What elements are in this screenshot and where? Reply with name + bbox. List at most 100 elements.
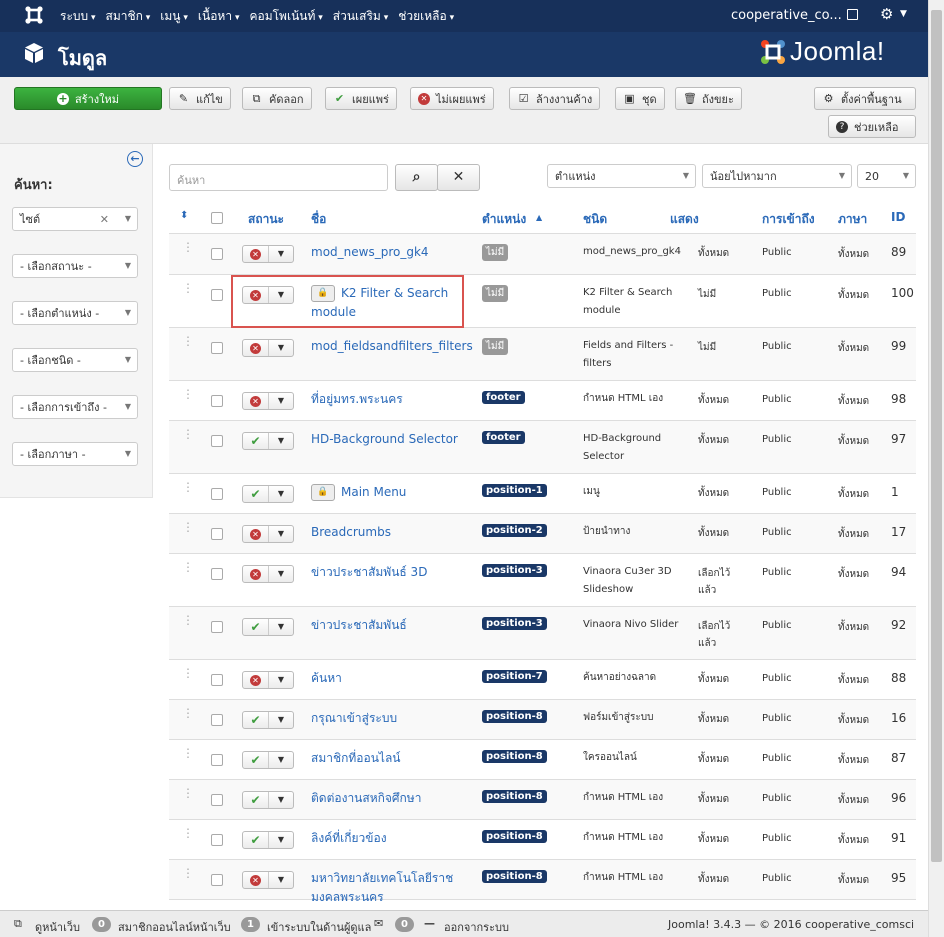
menu-users[interactable]: สมาชิก bbox=[106, 7, 151, 26]
menu-extensions[interactable]: ส่วนเสริม bbox=[333, 7, 388, 26]
module-title-link[interactable]: ข่าวประชาสัมพันธ์ bbox=[311, 616, 471, 635]
status-toggle[interactable]: ✕ ▼ bbox=[242, 671, 294, 689]
column-type[interactable]: ชนิด bbox=[583, 210, 607, 229]
chevron-down-icon[interactable]: ▼ bbox=[269, 340, 293, 356]
drag-handle-icon[interactable]: ⋮ bbox=[182, 335, 194, 347]
status-toggle[interactable]: ✔ ▼ bbox=[242, 618, 294, 636]
checkin-button[interactable]: ☑ ล้างงานค้าง bbox=[509, 87, 601, 110]
clear-search-button[interactable]: ✕ bbox=[437, 164, 480, 191]
options-button[interactable]: ⚙ ตั้งค่าพื้นฐาน bbox=[814, 87, 916, 110]
drag-handle-icon[interactable]: ⋮ bbox=[182, 561, 194, 573]
module-title-link[interactable]: HD-Background Selector bbox=[311, 430, 458, 449]
menu-content[interactable]: เนื้อหา bbox=[198, 7, 240, 26]
chevron-down-icon[interactable]: ▼ bbox=[269, 526, 293, 542]
limit-select[interactable]: 20 ▼ bbox=[857, 164, 916, 188]
status-toggle[interactable]: ✔ ▼ bbox=[242, 485, 294, 503]
drag-handle-icon[interactable]: ⋮ bbox=[182, 747, 194, 759]
external-link-icon[interactable] bbox=[847, 9, 858, 20]
envelope-icon[interactable]: ✉ bbox=[374, 917, 383, 930]
new-button[interactable]: + สร้างใหม่ bbox=[14, 87, 162, 110]
chevron-down-icon[interactable]: ▼ bbox=[269, 287, 293, 303]
drag-handle-icon[interactable]: ⋮ bbox=[182, 428, 194, 440]
clear-icon[interactable]: ✕ bbox=[100, 213, 109, 226]
unpublish-button[interactable]: ✕ ไม่เผยแพร่ bbox=[410, 87, 494, 110]
module-title-link[interactable]: ที่อยู่มทร.พระนคร bbox=[311, 390, 403, 409]
row-checkbox[interactable] bbox=[211, 621, 223, 633]
lock-icon[interactable]: 🔒 bbox=[311, 484, 335, 501]
chevron-down-icon[interactable]: ▼ bbox=[269, 566, 293, 582]
drag-handle-icon[interactable]: ⋮ bbox=[182, 521, 194, 533]
chevron-down-icon[interactable]: ▼ bbox=[269, 246, 293, 262]
sort-direction-select[interactable]: น้อยไปหามาก ▼ bbox=[702, 164, 852, 188]
menu-components[interactable]: คอมโพเน้นท์ bbox=[249, 7, 322, 26]
chevron-down-icon[interactable]: ▼ bbox=[900, 9, 907, 19]
drag-handle-icon[interactable]: ⋮ bbox=[182, 614, 194, 626]
sort-field-select[interactable]: ตำแหน่ง ▼ bbox=[547, 164, 696, 188]
row-checkbox[interactable] bbox=[211, 794, 223, 806]
status-toggle[interactable]: ✔ ▼ bbox=[242, 711, 294, 729]
site-name-link[interactable]: cooperative_co... bbox=[731, 8, 842, 23]
row-checkbox[interactable] bbox=[211, 754, 223, 766]
edit-button[interactable]: ✎ แก้ไข bbox=[169, 87, 231, 110]
drag-handle-icon[interactable]: ⋮ bbox=[182, 787, 194, 799]
client-select[interactable]: ไซต์ ✕ ▼ bbox=[12, 207, 138, 231]
module-title-link[interactable]: Breadcrumbs bbox=[311, 523, 391, 542]
search-input[interactable]: ค้นหา bbox=[169, 164, 388, 191]
chevron-down-icon[interactable]: ▼ bbox=[269, 792, 293, 808]
row-checkbox[interactable] bbox=[211, 714, 223, 726]
status-toggle[interactable]: ✕ ▼ bbox=[242, 245, 294, 263]
module-title-link[interactable]: สมาชิกที่ออนไลน์ bbox=[311, 749, 401, 768]
chevron-down-icon[interactable]: ▼ bbox=[269, 872, 293, 888]
row-checkbox[interactable] bbox=[211, 528, 223, 540]
status-toggle[interactable]: ✔ ▼ bbox=[242, 751, 294, 769]
module-title-link[interactable]: 🔒 Main Menu bbox=[311, 483, 406, 502]
vertical-scrollbar[interactable] bbox=[928, 0, 944, 937]
column-access[interactable]: การเข้าถึง bbox=[762, 210, 815, 229]
row-checkbox[interactable] bbox=[211, 342, 223, 354]
status-toggle[interactable]: ✕ ▼ bbox=[242, 525, 294, 543]
menu-help[interactable]: ช่วยเหลือ bbox=[398, 7, 454, 26]
row-checkbox[interactable] bbox=[211, 395, 223, 407]
drag-handle-icon[interactable]: ⋮ bbox=[182, 667, 194, 679]
row-checkbox[interactable] bbox=[211, 488, 223, 500]
row-checkbox[interactable] bbox=[211, 435, 223, 447]
column-id[interactable]: ID bbox=[891, 210, 905, 224]
column-language[interactable]: ภาษา bbox=[838, 210, 867, 229]
status-toggle[interactable]: ✕ ▼ bbox=[242, 286, 294, 304]
batch-button[interactable]: ▣ ชุด bbox=[615, 87, 665, 110]
scrollbar-thumb[interactable] bbox=[931, 10, 942, 862]
status-toggle[interactable]: ✕ ▼ bbox=[242, 339, 294, 357]
drag-handle-icon[interactable]: ⋮ bbox=[182, 867, 194, 879]
chevron-down-icon[interactable]: ▼ bbox=[269, 832, 293, 848]
module-title-link[interactable]: กรุณาเข้าสู่ระบบ bbox=[311, 709, 397, 728]
status-toggle[interactable]: ✕ ▼ bbox=[242, 871, 294, 889]
joomla-logo-icon[interactable] bbox=[24, 5, 44, 25]
language-filter-select[interactable]: - เลือกภาษา - ▼ bbox=[12, 442, 138, 466]
search-button[interactable]: ⌕ bbox=[395, 164, 438, 191]
column-title[interactable]: ชื่อ bbox=[311, 210, 326, 229]
row-checkbox[interactable] bbox=[211, 568, 223, 580]
menu-menus[interactable]: เมนู bbox=[160, 7, 188, 26]
status-toggle[interactable]: ✔ ▼ bbox=[242, 791, 294, 809]
gear-icon[interactable]: ⚙ bbox=[880, 5, 893, 23]
module-title-link[interactable]: ข่าวประชาสัมพันธ์ 3D bbox=[311, 563, 471, 582]
module-title-link[interactable]: ค้นหา bbox=[311, 669, 342, 688]
status-toggle[interactable]: ✔ ▼ bbox=[242, 432, 294, 450]
status-toggle[interactable]: ✔ ▼ bbox=[242, 831, 294, 849]
module-title-link[interactable]: มหาวิทยาลัยเทคโนโลยีราชมงคลพระนคร bbox=[311, 869, 471, 907]
status-toggle[interactable]: ✕ ▼ bbox=[242, 565, 294, 583]
column-position[interactable]: ตำแหน่ง bbox=[482, 210, 526, 229]
module-title-link[interactable]: ติดต่องานสหกิจศึกษา bbox=[311, 789, 421, 808]
drag-handle-icon[interactable]: ⋮ bbox=[182, 241, 194, 253]
chevron-down-icon[interactable]: ▼ bbox=[269, 752, 293, 768]
lock-icon[interactable]: 🔒 bbox=[311, 285, 335, 302]
ordering-sort-icon[interactable]: ⬍ bbox=[180, 210, 188, 221]
chevron-down-icon[interactable]: ▼ bbox=[269, 393, 293, 409]
drag-handle-icon[interactable]: ⋮ bbox=[182, 707, 194, 719]
copy-button[interactable]: ⧉ คัดลอก bbox=[242, 87, 312, 110]
column-status[interactable]: สถานะ bbox=[248, 210, 284, 229]
drag-handle-icon[interactable]: ⋮ bbox=[182, 388, 194, 400]
chevron-down-icon[interactable]: ▼ bbox=[269, 672, 293, 688]
chevron-down-icon[interactable]: ▼ bbox=[269, 486, 293, 502]
menu-system[interactable]: ระบบ bbox=[60, 7, 96, 26]
